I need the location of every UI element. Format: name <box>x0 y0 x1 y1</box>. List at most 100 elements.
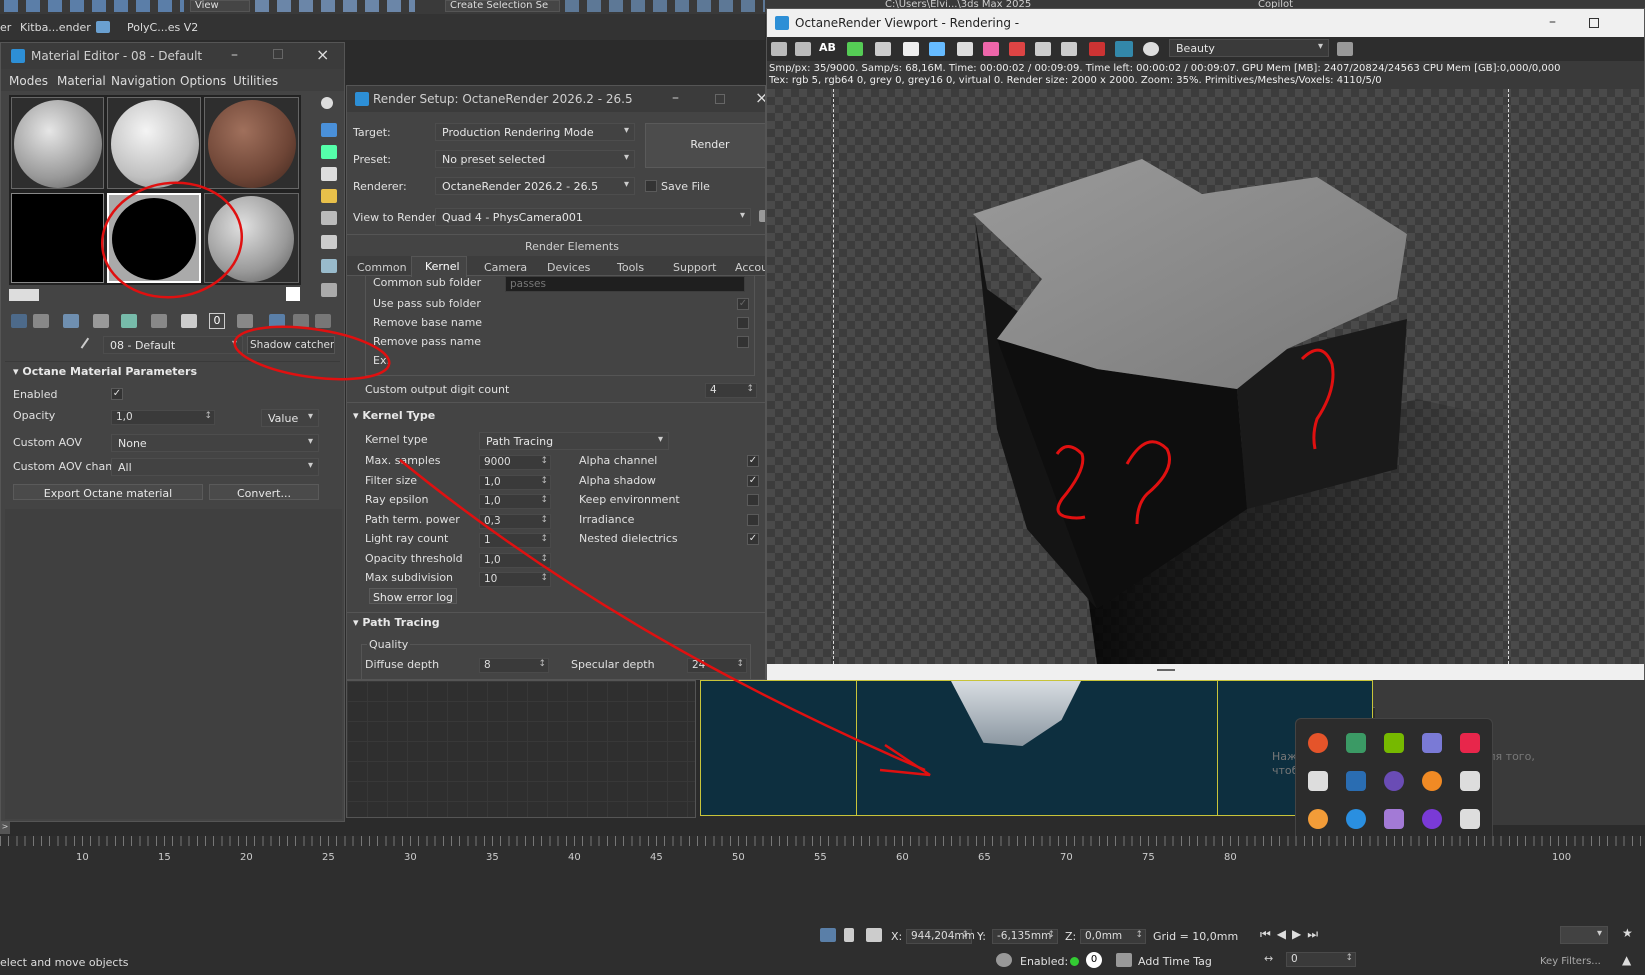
timeline-scroll-button[interactable]: > <box>0 822 10 834</box>
key-filters-button[interactable]: Key Filters... <box>1540 956 1601 967</box>
create-selection-set-dropdown[interactable]: Create Selection Se <box>445 0 560 12</box>
export-octane-material-button[interactable]: Export Octane material <box>13 484 203 500</box>
use-pass-sub-folder-checkbox[interactable]: ✓ <box>737 298 749 310</box>
menu-material[interactable]: Material <box>57 74 106 88</box>
discord-icon[interactable] <box>1460 771 1480 791</box>
channel-options-icon[interactable] <box>1337 42 1353 56</box>
menu-options[interactable]: Options <box>180 74 226 88</box>
epic-icon[interactable] <box>1460 809 1480 829</box>
opacity-spinner[interactable]: 1,0 <box>111 410 215 425</box>
enabled-checkbox[interactable]: ✓ <box>111 388 123 400</box>
menu-utilities[interactable]: Utilities <box>233 74 278 88</box>
reset-map-icon[interactable] <box>93 314 109 328</box>
z-coordinate-field[interactable]: 0,0mm <box>1080 929 1146 944</box>
backlight-icon[interactable] <box>321 123 337 137</box>
kitbash-label[interactable]: Kitba...ender <box>20 21 91 34</box>
specular-depth-spinner[interactable]: 24 <box>687 658 747 673</box>
go-forward-sibling-icon[interactable] <box>315 314 331 328</box>
maximize-icon[interactable] <box>1589 18 1599 28</box>
maximize-icon[interactable] <box>715 94 725 104</box>
kernel-option-checkbox[interactable]: ✓ <box>747 455 759 467</box>
view-dropdown[interactable]: View <box>190 0 250 12</box>
sample-slot-4[interactable] <box>11 193 104 283</box>
options-icon[interactable] <box>321 235 337 249</box>
tab-account[interactable]: Accou <box>735 261 765 274</box>
enabled-status-value[interactable]: 0 <box>1086 952 1102 968</box>
y-coordinate-field[interactable]: -6,135mm <box>992 929 1058 944</box>
minimize-icon[interactable]: – <box>672 90 679 106</box>
octane-sync-icon[interactable] <box>1115 41 1133 57</box>
maximize-icon[interactable] <box>273 49 283 59</box>
time-tag-icon[interactable] <box>1116 953 1132 967</box>
material-name-field[interactable]: 08 - Default <box>103 336 243 354</box>
color-picker-icon[interactable] <box>983 42 999 56</box>
kernel-param-spinner[interactable]: 10 <box>479 572 551 587</box>
adaptive-degradation-icon[interactable] <box>996 953 1012 967</box>
kernel-param-spinner[interactable]: 9000 <box>479 455 551 470</box>
material-id-icon[interactable] <box>181 314 197 328</box>
kernel-param-spinner[interactable]: 1,0 <box>479 494 551 509</box>
pause-icon[interactable] <box>903 42 919 56</box>
common-sub-folder-field[interactable]: passes <box>505 276 745 292</box>
white-swatch[interactable] <box>286 287 300 301</box>
lock-icon[interactable] <box>759 210 765 222</box>
custom-aov-dropdown[interactable]: None <box>111 434 319 452</box>
key-mode-icon[interactable]: ↔ <box>1264 952 1273 965</box>
eyedropper-icon[interactable] <box>80 337 98 355</box>
app-grid-icon[interactable] <box>1346 733 1366 753</box>
kernel-type-dropdown[interactable]: Path Tracing <box>479 432 669 450</box>
current-frame-field[interactable]: 0 <box>1286 952 1356 967</box>
video-color-check-icon[interactable] <box>321 189 337 203</box>
monitor-icon[interactable] <box>1035 42 1051 56</box>
close-icon[interactable]: × <box>755 88 765 107</box>
pin-icon[interactable] <box>1422 733 1442 753</box>
make-preview-icon[interactable] <box>321 211 337 225</box>
rollout-octane-material-parameters[interactable]: ▾ Octane Material Parameters <box>13 365 197 378</box>
octane-lock-icon[interactable] <box>1089 42 1105 56</box>
custom-output-digit-count-spinner[interactable]: 4 <box>705 383 757 398</box>
pan-icon[interactable]: ▲ <box>1622 953 1631 967</box>
linkedin-icon[interactable] <box>1346 771 1366 791</box>
ab-compare-icon[interactable]: AB <box>819 41 836 54</box>
ubisoft-icon[interactable] <box>1308 733 1328 753</box>
kernel-param-spinner[interactable]: 1,0 <box>479 552 551 568</box>
make-unique-icon[interactable] <box>121 314 137 328</box>
toolbar-icons-left[interactable] <box>4 0 184 12</box>
remove-pass-name-checkbox[interactable] <box>737 336 749 348</box>
kernel-param-spinner[interactable]: 1,0 <box>479 474 551 490</box>
preset-dropdown[interactable]: No preset selected <box>435 150 635 168</box>
get-material-icon[interactable] <box>11 314 27 328</box>
show-shaded-icon[interactable] <box>237 314 253 328</box>
timeline-ruler[interactable]: 10 15 20 25 30 35 40 45 50 55 60 65 70 75 80 100 <box>0 836 1645 874</box>
copy-render-icon[interactable] <box>795 42 811 56</box>
region-render-icon[interactable] <box>957 42 973 56</box>
kernel-param-spinner[interactable]: 0,3 <box>479 513 551 529</box>
kernel-type-rollout[interactable]: ▾ Kernel Type <box>353 409 435 422</box>
tab-kernel[interactable]: Kernel <box>425 260 460 273</box>
minimize-icon[interactable]: – <box>231 47 238 63</box>
bolt-icon[interactable] <box>1346 809 1366 829</box>
tab-common[interactable]: Common <box>357 261 407 274</box>
feather-icon[interactable] <box>1384 809 1404 829</box>
sample-slot-1[interactable] <box>11 97 104 189</box>
sample-slot-scrollbar[interactable] <box>9 289 39 301</box>
sample-slot-2[interactable] <box>107 97 201 189</box>
settings-icon[interactable] <box>1143 42 1159 56</box>
diffuse-depth-spinner[interactable]: 8 <box>479 658 549 673</box>
minimize-icon[interactable]: – <box>1549 14 1556 30</box>
absolute-mode-icon[interactable] <box>866 928 882 942</box>
polyc-icon[interactable] <box>96 21 110 33</box>
custom-aov-channel-dropdown[interactable]: All <box>111 458 319 476</box>
render-channel-dropdown[interactable]: Beauty <box>1169 39 1329 57</box>
polyc-label[interactable]: PolyC...es V2 <box>127 21 198 34</box>
add-time-tag[interactable]: Add Time Tag <box>1138 955 1212 968</box>
restart-render-icon[interactable] <box>847 42 863 56</box>
lamp-icon[interactable] <box>1460 733 1480 753</box>
sample-slot-3[interactable] <box>204 97 299 189</box>
sample-slot-6[interactable] <box>204 193 299 283</box>
menu-navigation[interactable]: Navigation <box>111 74 176 88</box>
kernel-option-checkbox[interactable]: ✓ <box>747 474 759 487</box>
material-map-navigator-icon[interactable] <box>321 283 337 297</box>
sample-slot-5[interactable] <box>107 193 201 283</box>
render-button[interactable]: Render <box>645 123 765 168</box>
